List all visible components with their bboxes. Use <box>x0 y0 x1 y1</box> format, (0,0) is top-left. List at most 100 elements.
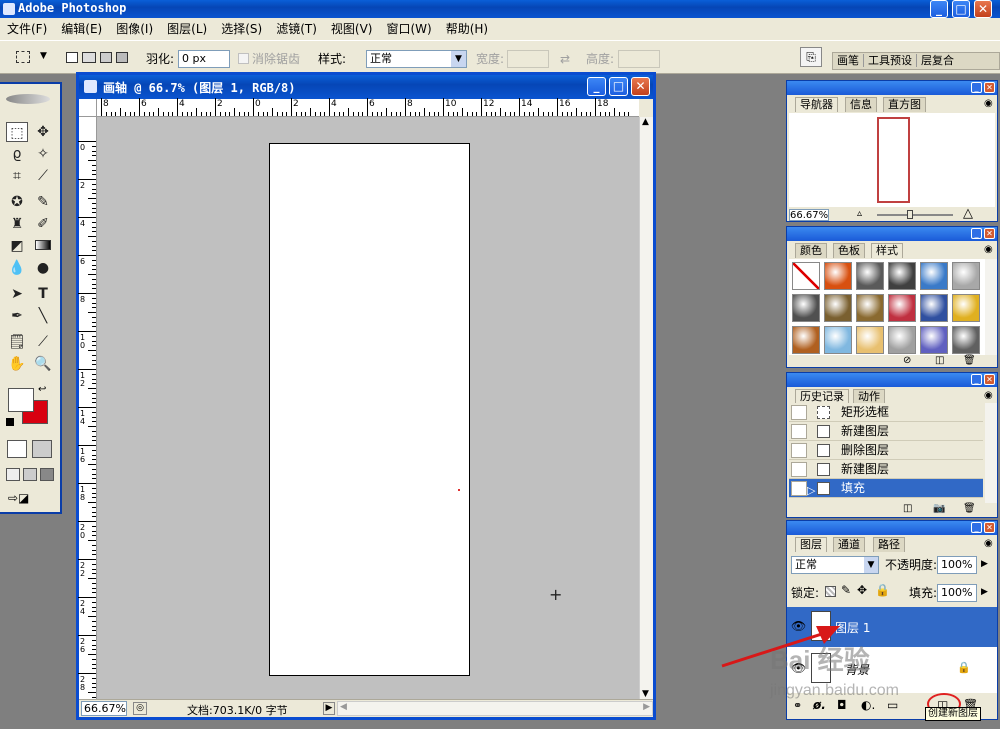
move-tool-icon[interactable]: ✥ <box>32 122 54 142</box>
swap-colors-icon[interactable]: ↩ <box>38 384 46 395</box>
styles-minimize-button[interactable]: _ <box>971 228 982 239</box>
crop-tool-icon[interactable]: ⌗ <box>6 166 28 186</box>
scroll-up-icon[interactable]: ▲ <box>642 117 649 127</box>
delete-state-icon[interactable]: 🗑 <box>963 503 976 514</box>
styles-close-button[interactable]: ✕ <box>984 228 995 239</box>
fill-input[interactable]: 100% <box>937 584 977 602</box>
style-swatch[interactable] <box>792 294 820 322</box>
navigator-minimize-button[interactable]: _ <box>971 82 982 93</box>
horizontal-scrollbar[interactable]: ◀ ▶ <box>337 701 653 716</box>
selection-mode-new-icon[interactable] <box>66 52 78 63</box>
new-snapshot-icon[interactable]: 📷 <box>933 503 945 514</box>
navigator-close-button[interactable]: ✕ <box>984 82 995 93</box>
hand-tool-icon[interactable]: ✋ <box>6 354 28 374</box>
style-swatch[interactable] <box>856 262 884 290</box>
file-browser-icon[interactable]: ⎘ <box>800 47 822 67</box>
rect-marquee-tool-icon[interactable]: ⬚ <box>6 122 28 142</box>
menu-image[interactable]: 图像(I) <box>109 18 160 40</box>
magic-wand-tool-icon[interactable]: ✧ <box>32 144 54 164</box>
history-snapshot-checkbox[interactable] <box>791 481 807 496</box>
style-swatch[interactable] <box>856 294 884 322</box>
status-menu-icon[interactable]: ◎ <box>133 702 147 715</box>
app-minimize-button[interactable]: _ <box>930 0 948 18</box>
lock-image-icon[interactable]: ✎ <box>841 583 851 597</box>
navigator-zoom-slider[interactable] <box>877 210 953 219</box>
zoom-in-icon[interactable]: △ <box>963 206 973 221</box>
history-item-selected[interactable]: ▷ 填充 <box>789 479 983 498</box>
document-minimize-button[interactable]: _ <box>587 77 606 96</box>
healing-brush-tool-icon[interactable]: ✪ <box>6 192 28 212</box>
style-swatch[interactable] <box>952 326 980 354</box>
tab-histogram[interactable]: 直方图 <box>883 97 926 112</box>
history-item[interactable]: 新建图层 <box>789 460 983 479</box>
status-arrow-icon[interactable]: ▶ <box>323 702 335 715</box>
history-minimize-button[interactable]: _ <box>971 374 982 385</box>
height-input[interactable] <box>618 50 660 68</box>
palette-well-tool-presets[interactable]: 工具预设 <box>864 54 917 67</box>
style-swatch[interactable] <box>824 294 852 322</box>
screen-mode-full-menu-icon[interactable] <box>23 468 37 481</box>
style-swatch[interactable] <box>888 294 916 322</box>
preset-dropdown-icon[interactable]: ▼ <box>40 51 47 61</box>
gradient-tool-icon[interactable] <box>32 236 54 256</box>
layers-minimize-button[interactable]: _ <box>971 522 982 533</box>
styles-scrollbar[interactable] <box>985 259 997 355</box>
dodge-tool-icon[interactable]: ● <box>32 258 54 278</box>
history-scrollbar[interactable] <box>985 403 997 503</box>
swap-icon[interactable]: ⇄ <box>560 51 570 67</box>
opacity-input[interactable]: 100% <box>937 556 977 574</box>
history-snapshot-checkbox[interactable] <box>791 443 807 458</box>
selection-mode-subtract-icon[interactable] <box>100 52 112 63</box>
style-swatch[interactable] <box>888 262 916 290</box>
brush-tool-icon[interactable]: ✎ <box>32 192 54 212</box>
path-select-tool-icon[interactable]: ➤ <box>6 284 28 304</box>
blur-tool-icon[interactable]: 💧 <box>6 258 28 278</box>
standard-mode-icon[interactable] <box>7 440 27 458</box>
document-maximize-button[interactable]: □ <box>609 77 628 96</box>
style-select[interactable]: 正常 ▼ <box>366 50 467 68</box>
style-swatch[interactable] <box>920 262 948 290</box>
history-state-slider-icon[interactable]: ▷ <box>807 481 815 500</box>
menu-select[interactable]: 选择(S) <box>214 18 269 40</box>
palette-well-layer-comps[interactable]: 层复合 <box>917 54 958 67</box>
navigator-view-box[interactable] <box>877 117 910 203</box>
canvas-area[interactable]: + <box>97 117 639 699</box>
navigator-preview[interactable] <box>789 113 995 207</box>
lock-position-icon[interactable]: ✥ <box>857 583 867 597</box>
scroll-left-icon[interactable]: ◀ <box>340 702 347 712</box>
history-brush-tool-icon[interactable]: ✐ <box>32 214 54 234</box>
app-maximize-button[interactable]: □ <box>952 0 970 18</box>
tab-swatches[interactable]: 色板 <box>833 243 865 258</box>
menu-file[interactable]: 文件(F) <box>0 18 54 40</box>
document-close-button[interactable]: ✕ <box>631 77 650 96</box>
style-swatch[interactable] <box>888 326 916 354</box>
scroll-right-icon[interactable]: ▶ <box>643 702 650 712</box>
menu-layer[interactable]: 图层(L) <box>160 18 214 40</box>
history-item[interactable]: 删除图层 <box>789 441 983 460</box>
menu-window[interactable]: 窗口(W) <box>379 18 438 40</box>
scroll-down-icon[interactable]: ▼ <box>642 689 649 699</box>
slice-tool-icon[interactable]: ⟋ <box>32 166 54 186</box>
screen-mode-standard-icon[interactable] <box>6 468 20 481</box>
style-swatch-none[interactable] <box>792 262 820 290</box>
selection-mode-intersect-icon[interactable] <box>116 52 128 63</box>
menu-help[interactable]: 帮助(H) <box>439 18 495 40</box>
tab-paths[interactable]: 路径 <box>873 537 905 552</box>
tab-channels[interactable]: 通道 <box>833 537 865 552</box>
history-item[interactable]: 矩形选框 <box>789 403 983 422</box>
type-tool-icon[interactable]: T <box>32 284 54 304</box>
default-colors-icon[interactable] <box>6 418 14 426</box>
lock-transparency-icon[interactable] <box>825 586 836 597</box>
history-snapshot-checkbox[interactable] <box>791 405 807 420</box>
eraser-tool-icon[interactable]: ◩ <box>6 236 28 256</box>
document-canvas[interactable] <box>269 143 470 676</box>
navigator-menu-icon[interactable]: ◉ <box>984 98 993 109</box>
new-style-icon[interactable]: ◫ <box>935 355 944 366</box>
layers-close-button[interactable]: ✕ <box>984 522 995 533</box>
tab-navigator[interactable]: 导航器 <box>795 97 838 112</box>
history-item[interactable]: 新建图层 <box>789 422 983 441</box>
app-close-button[interactable]: ✕ <box>974 0 992 18</box>
feather-input[interactable]: 0 px <box>178 50 230 68</box>
screen-mode-full-icon[interactable] <box>40 468 54 481</box>
lasso-tool-icon[interactable]: ϱ <box>6 144 28 164</box>
